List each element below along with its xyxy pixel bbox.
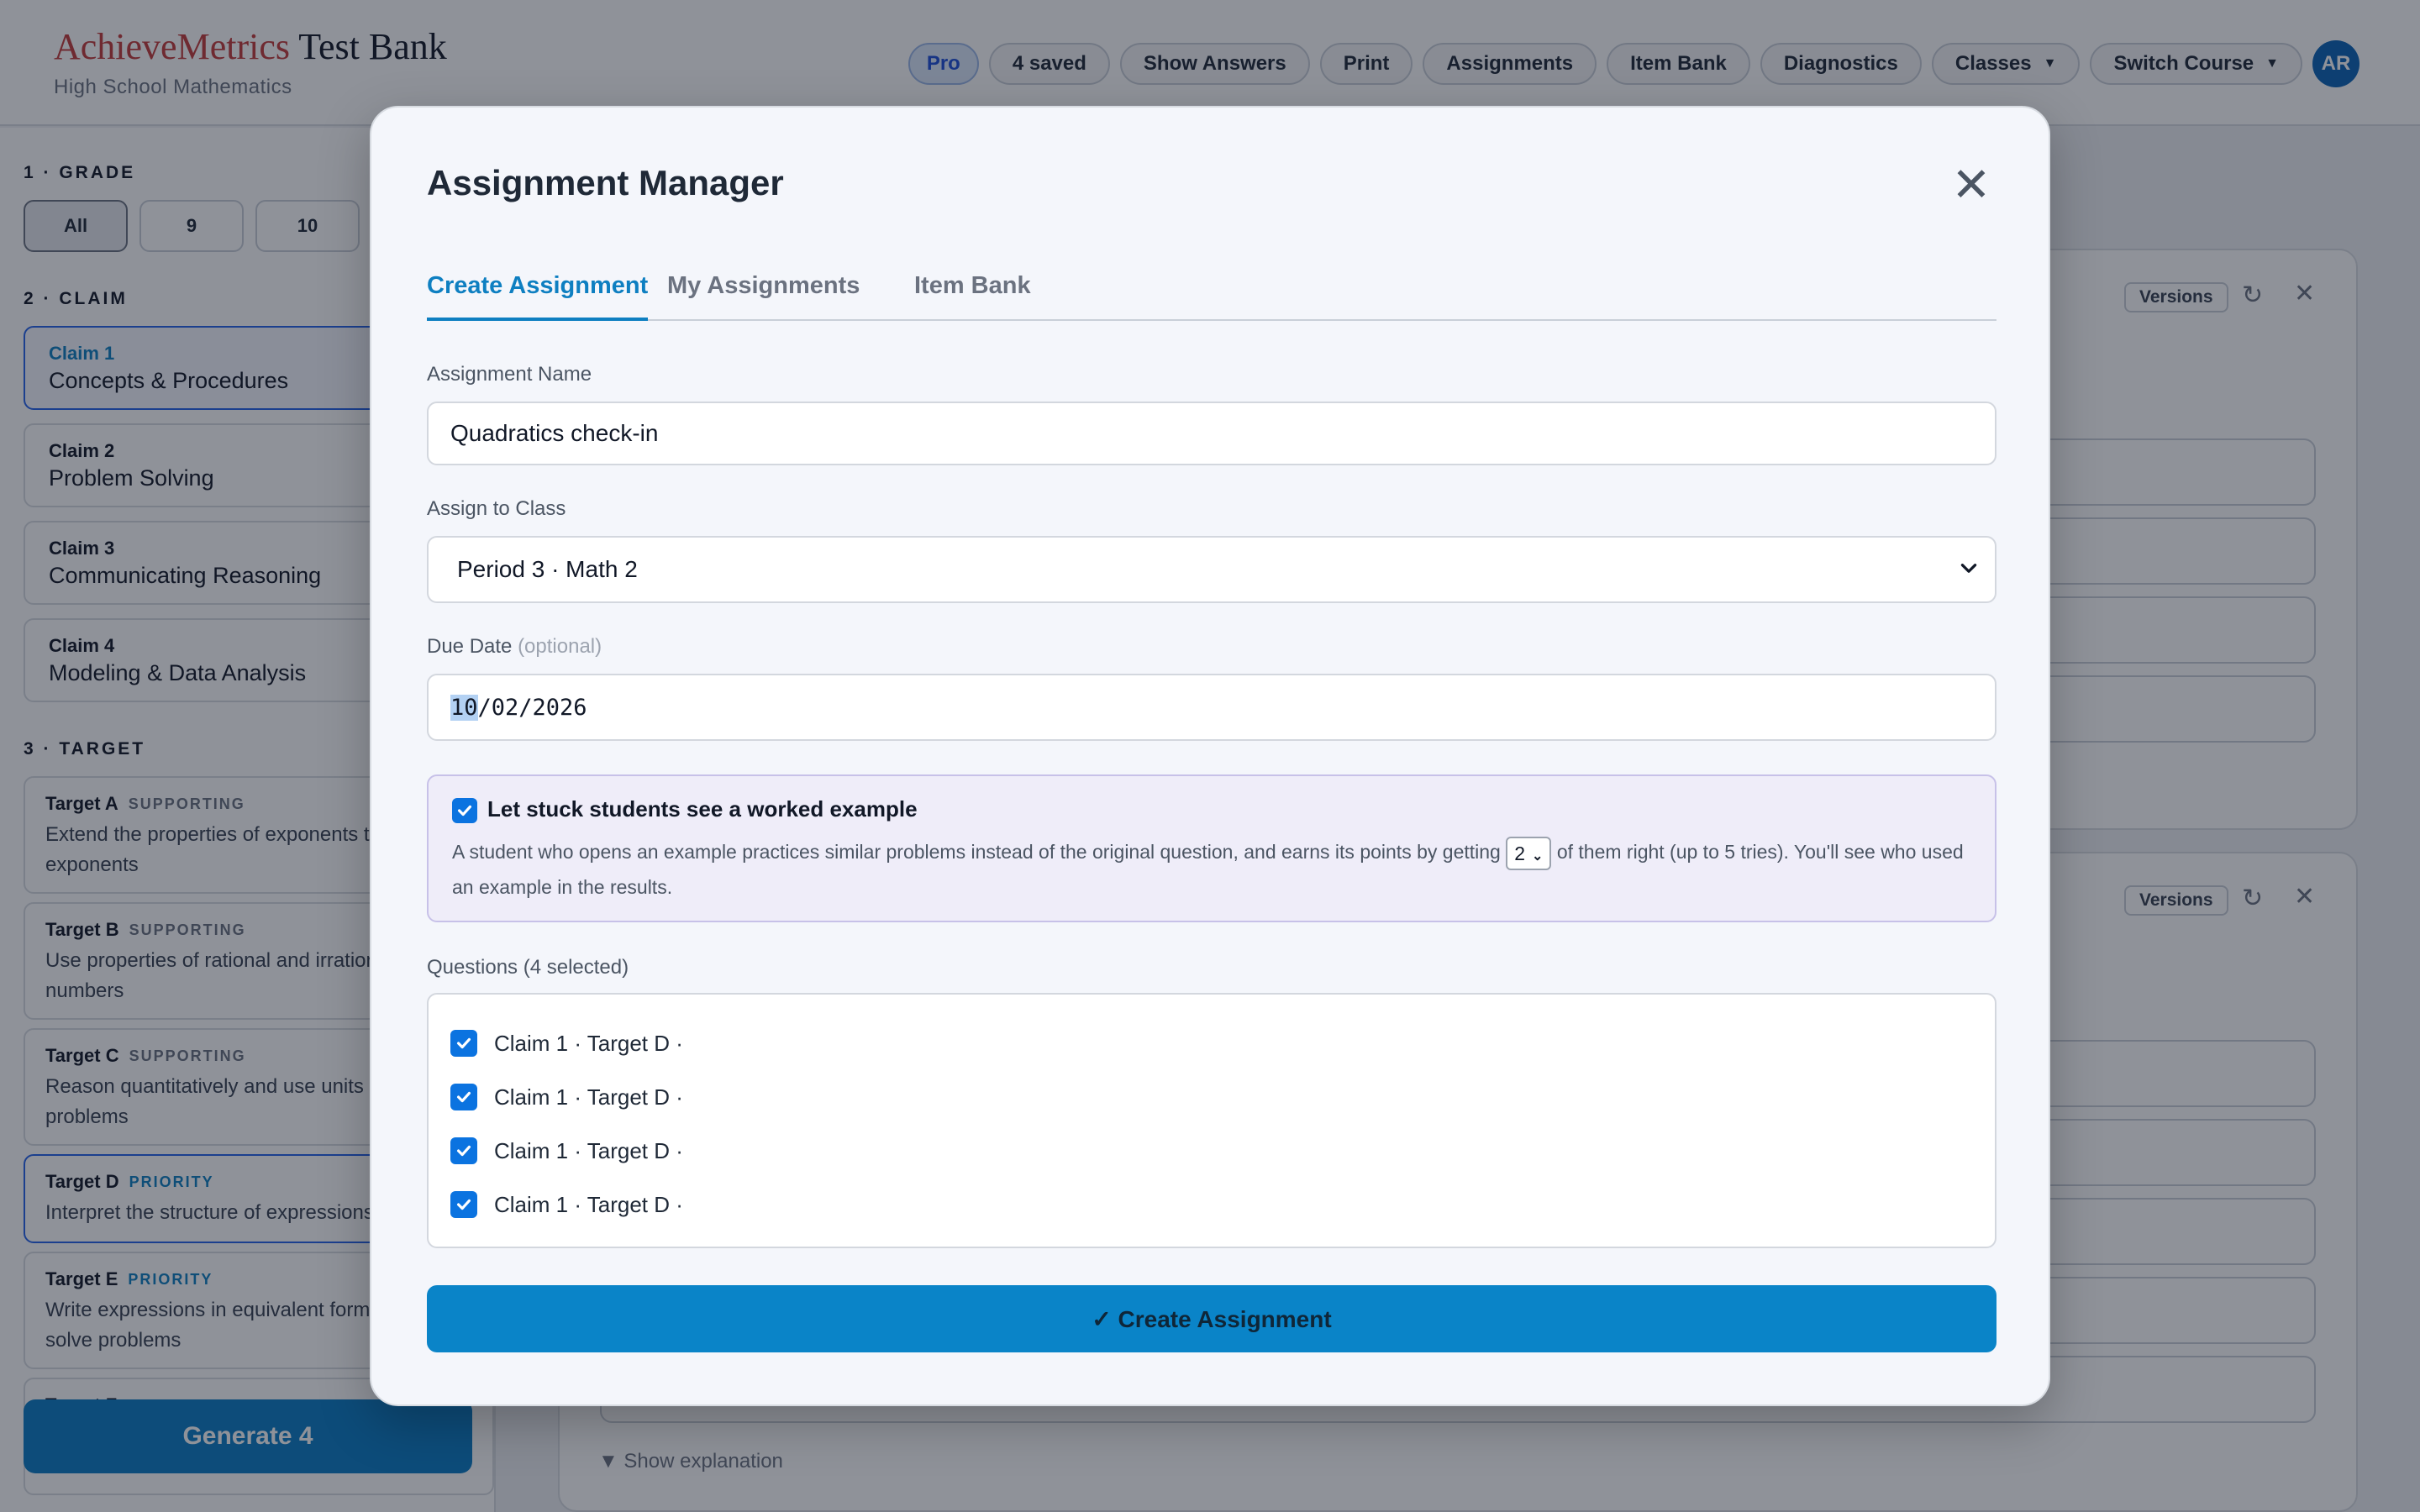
question-checkbox[interactable] <box>450 1137 477 1164</box>
due-date-label: Due Date (optional) <box>427 635 602 659</box>
question-label: Claim 1 · Target D · <box>494 1137 683 1163</box>
question-label: Claim 1 · Target D · <box>494 1030 683 1056</box>
list-item[interactable]: Claim 1 · Target D · <box>450 1136 683 1166</box>
assign-class-label: Assign to Class <box>427 497 566 520</box>
checkmark-icon <box>456 1145 471 1157</box>
assignment-name-input[interactable]: Quadratics check-in <box>427 402 1996 465</box>
questions-label: Questions (4 selected) <box>427 956 629 979</box>
modal-tabs: Create Assignment My Assignments Item Ba… <box>427 272 1996 321</box>
assignment-manager-modal: Assignment Manager ✕ Create Assignment M… <box>370 106 2050 1406</box>
worked-example-panel: Let stuck students see a worked example … <box>427 774 1996 922</box>
due-date-month-segment[interactable]: 10 <box>450 694 478 721</box>
worked-desc-before: A student who opens an example practices… <box>452 841 1501 863</box>
questions-list: Claim 1 · Target D · Claim 1 · Target D … <box>427 993 1996 1248</box>
checkmark-icon <box>456 1037 471 1049</box>
checkmark-icon <box>457 805 472 816</box>
due-date-label-text: Due Date <box>427 635 513 658</box>
assignment-name-label: Assignment Name <box>427 363 592 386</box>
worked-example-description: A student who opens an example practices… <box>452 835 1973 904</box>
checkmark-icon <box>456 1091 471 1103</box>
assign-class-value: Period 3 · Math 2 <box>457 556 638 582</box>
list-item[interactable]: Claim 1 · Target D · <box>450 1082 683 1112</box>
modal-title: Assignment Manager <box>427 163 784 202</box>
chevron-down-icon <box>1960 564 1977 573</box>
create-assignment-button[interactable]: ✓ Create Assignment <box>427 1285 1996 1352</box>
due-date-rest: /02/2026 <box>477 694 587 721</box>
assign-class-select[interactable]: Period 3 · Math 2 <box>427 536 1996 603</box>
worked-example-checkbox[interactable] <box>452 798 477 823</box>
tab-my-assignments[interactable]: My Assignments <box>667 272 860 321</box>
question-checkbox[interactable] <box>450 1030 477 1057</box>
worked-count-value: 2 <box>1514 842 1526 864</box>
question-label: Claim 1 · Target D · <box>494 1084 683 1110</box>
worked-count-select[interactable]: 2 ⌄ <box>1506 836 1552 870</box>
worked-example-title: Let stuck students see a worked example <box>487 796 918 822</box>
list-item[interactable]: Claim 1 · Target D · <box>450 1189 683 1220</box>
chevron-down-icon: ⌄ <box>1532 848 1544 864</box>
checkmark-icon <box>456 1199 471 1210</box>
close-icon[interactable]: ✕ <box>1948 161 1995 208</box>
list-item[interactable]: Claim 1 · Target D · <box>450 1028 683 1058</box>
tab-item-bank[interactable]: Item Bank <box>914 272 1031 321</box>
due-date-input[interactable]: 10/02/2026 <box>427 674 1996 741</box>
due-date-optional: (optional) <box>518 635 602 658</box>
question-checkbox[interactable] <box>450 1191 477 1218</box>
tab-create-assignment[interactable]: Create Assignment <box>427 272 649 321</box>
question-checkbox[interactable] <box>450 1084 477 1110</box>
question-label: Claim 1 · Target D · <box>494 1191 683 1217</box>
